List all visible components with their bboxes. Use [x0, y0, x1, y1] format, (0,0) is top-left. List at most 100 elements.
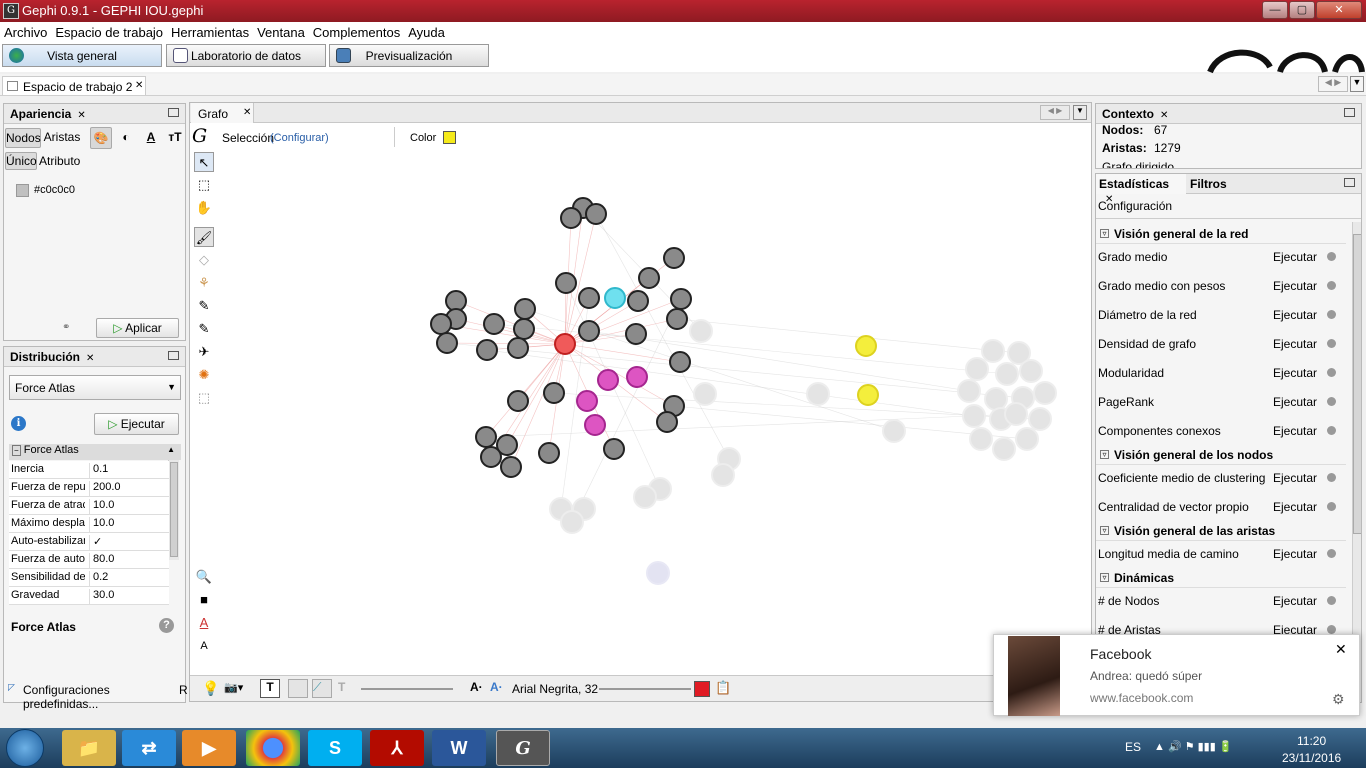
property-value[interactable]: 0.1	[89, 463, 108, 479]
minimize-panel-button[interactable]	[1344, 178, 1355, 187]
stats-section-header[interactable]: ▿ Visión general de la red	[1096, 224, 1346, 244]
run-stat-button[interactable]: Ejecutar	[1273, 500, 1317, 514]
menu-ayuda[interactable]: Ayuda	[404, 22, 449, 40]
run-stat-button[interactable]: Ejecutar	[1273, 424, 1317, 438]
property-row[interactable]: Máximo desplazamiento 10.0	[9, 515, 169, 533]
explorer-icon[interactable]: 📁	[62, 730, 116, 766]
run-stat-button[interactable]: Ejecutar	[1273, 279, 1317, 293]
properties-group-header[interactable]: − Force Atlas ▲	[9, 444, 181, 460]
run-layout-button[interactable]: ▷ Ejecutar	[94, 413, 179, 435]
brush-tool[interactable]: 🖌	[194, 227, 214, 247]
gear-icon[interactable]: ⚙	[1332, 691, 1345, 708]
maximize-button[interactable]: ▢	[1289, 1, 1315, 19]
apply-button[interactable]: ▷ Aplicar	[96, 318, 179, 338]
graph-canvas[interactable]	[218, 151, 1090, 673]
stats-section-header[interactable]: ▿ Dinámicas	[1096, 568, 1346, 588]
run-stat-button[interactable]: Ejecutar	[1273, 547, 1317, 561]
lightbulb-icon[interactable]: 💡	[202, 680, 219, 697]
label-size-icon[interactable]: тT	[164, 127, 186, 149]
property-row[interactable]: Fuerza de repulsión 200.0	[9, 479, 169, 497]
clock-date[interactable]: 23/11/2016	[1282, 751, 1341, 765]
run-stat-button[interactable]: Ejecutar	[1273, 337, 1317, 351]
gephi-taskbar-icon[interactable]: G	[496, 730, 550, 766]
workspace-tab[interactable]: Espacio de trabajo 2 ✕	[2, 76, 146, 95]
property-row[interactable]: Sensibilidad de 0.2	[9, 569, 169, 587]
edge-color-toggle[interactable]: ⟋	[312, 679, 332, 698]
tab-list-dropdown[interactable]: ▼	[1073, 105, 1087, 120]
property-row[interactable]: Fuerza de autoestabilización 80.0	[9, 551, 169, 569]
painter-tool[interactable]: ⚘	[194, 273, 214, 293]
graph-tab[interactable]: Grafo ✕	[191, 103, 254, 123]
menu-archivo[interactable]: Archivo	[0, 22, 51, 40]
color-picker[interactable]	[443, 131, 456, 144]
close-panel-icon[interactable]: ✕	[1160, 110, 1168, 121]
close-tab-icon[interactable]: ✕	[243, 107, 251, 118]
run-stat-button[interactable]: Ejecutar	[1273, 395, 1317, 409]
presets-link[interactable]: Configuraciones predefinidas...	[23, 683, 185, 711]
property-value[interactable]: 10.0	[89, 517, 114, 533]
run-stat-button[interactable]: Ejecutar	[1273, 308, 1317, 322]
clock-time[interactable]: 11:20	[1297, 734, 1326, 748]
overview-mode-button[interactable]: Vista general	[2, 44, 162, 67]
help-icon[interactable]: ?	[159, 618, 174, 633]
font-size-increase-icon[interactable]: A·	[470, 680, 483, 694]
property-value[interactable]: 80.0	[89, 553, 114, 569]
skype-icon[interactable]: S	[308, 730, 362, 766]
configure-link[interactable]: (Configurar)	[270, 132, 329, 144]
label-color-swatch[interactable]	[694, 681, 710, 697]
menu-espacio-trabajo[interactable]: Espacio de trabajo	[51, 22, 167, 40]
statistics-scrollbar[interactable]	[1352, 222, 1361, 702]
text-color-icon[interactable]: A	[194, 613, 214, 633]
edge-pencil-tool[interactable]: ✎	[194, 319, 214, 339]
edit-tool[interactable]: ⬚	[194, 388, 214, 408]
property-value[interactable]: ✓	[89, 535, 102, 551]
zoom-icon[interactable]: 🔍	[194, 567, 214, 587]
data-lab-mode-button[interactable]: Laboratorio de datos	[166, 44, 326, 67]
menu-ventana[interactable]: Ventana	[253, 22, 309, 40]
close-icon[interactable]: ✕	[1335, 641, 1347, 658]
property-row[interactable]: Gravedad 30.0	[9, 587, 169, 605]
property-row[interactable]: Inercia 0.1	[9, 461, 169, 479]
stats-section-header[interactable]: ▿ Visión general de las aristas	[1096, 521, 1346, 541]
text-size-icon[interactable]: A	[194, 636, 214, 656]
diamond-icon[interactable]: ◇	[194, 250, 214, 270]
close-button[interactable]: ✕	[1316, 1, 1362, 19]
clipboard-icon[interactable]: 📋	[715, 680, 731, 696]
property-value[interactable]: 10.0	[89, 499, 114, 515]
label-size-icon[interactable]: T	[338, 680, 345, 694]
close-panel-icon[interactable]: ✕	[77, 110, 85, 121]
filters-tab[interactable]: Filtros	[1190, 177, 1227, 191]
run-stat-button[interactable]: Ejecutar	[1273, 471, 1317, 485]
language-indicator[interactable]: ES	[1125, 740, 1141, 754]
select-tool[interactable]: ↖	[194, 152, 214, 172]
minimize-panel-button[interactable]	[168, 351, 179, 360]
tab-list-dropdown[interactable]: ▼	[1350, 76, 1364, 92]
unique-tab[interactable]: Único	[5, 152, 37, 170]
gephi-app-icon[interactable]: G	[3, 3, 19, 19]
heat-map-tool[interactable]: ✺	[194, 365, 214, 385]
font-label[interactable]: Arial Negrita, 32	[512, 682, 598, 696]
tab-scroll-arrows[interactable]: ◀ ▶	[1318, 76, 1348, 92]
facebook-notification[interactable]: Facebook Andrea: quedó súper www.faceboo…	[993, 634, 1360, 716]
font-icon[interactable]: A·	[490, 680, 503, 694]
menu-herramientas[interactable]: Herramientas	[167, 22, 253, 40]
layout-algorithm-select[interactable]: Force Atlas ▼	[9, 375, 181, 400]
edges-toggle[interactable]	[288, 679, 308, 698]
property-value[interactable]: 200.0	[89, 481, 121, 497]
system-tray-icons[interactable]: ▲ 🔊 ⚑ ▮▮▮ 🔋	[1154, 740, 1233, 753]
size-icon[interactable]: ◐	[115, 127, 137, 149]
stats-section-header[interactable]: ▿ Visión general de los nodos	[1096, 445, 1346, 465]
tab-scroll-arrows[interactable]: ◀ ▶	[1040, 105, 1070, 120]
nodes-tab[interactable]: Nodos	[5, 128, 41, 148]
property-row[interactable]: Auto-estabilizar ✓	[9, 533, 169, 551]
run-stat-button[interactable]: Ejecutar	[1273, 594, 1317, 608]
property-row[interactable]: Fuerza de atracción 10.0	[9, 497, 169, 515]
label-scale-slider[interactable]	[599, 688, 691, 690]
statistics-tab[interactable]: Estadísticas✕	[1096, 174, 1186, 205]
rectangle-select-tool[interactable]: ⬚	[194, 175, 214, 195]
color-swatch[interactable]	[16, 184, 29, 197]
start-button[interactable]	[6, 729, 44, 767]
close-tab-icon[interactable]: ✕	[135, 80, 143, 91]
shortest-path-tool[interactable]: ✈	[194, 342, 214, 362]
link-icon[interactable]: ⚭	[62, 322, 70, 333]
